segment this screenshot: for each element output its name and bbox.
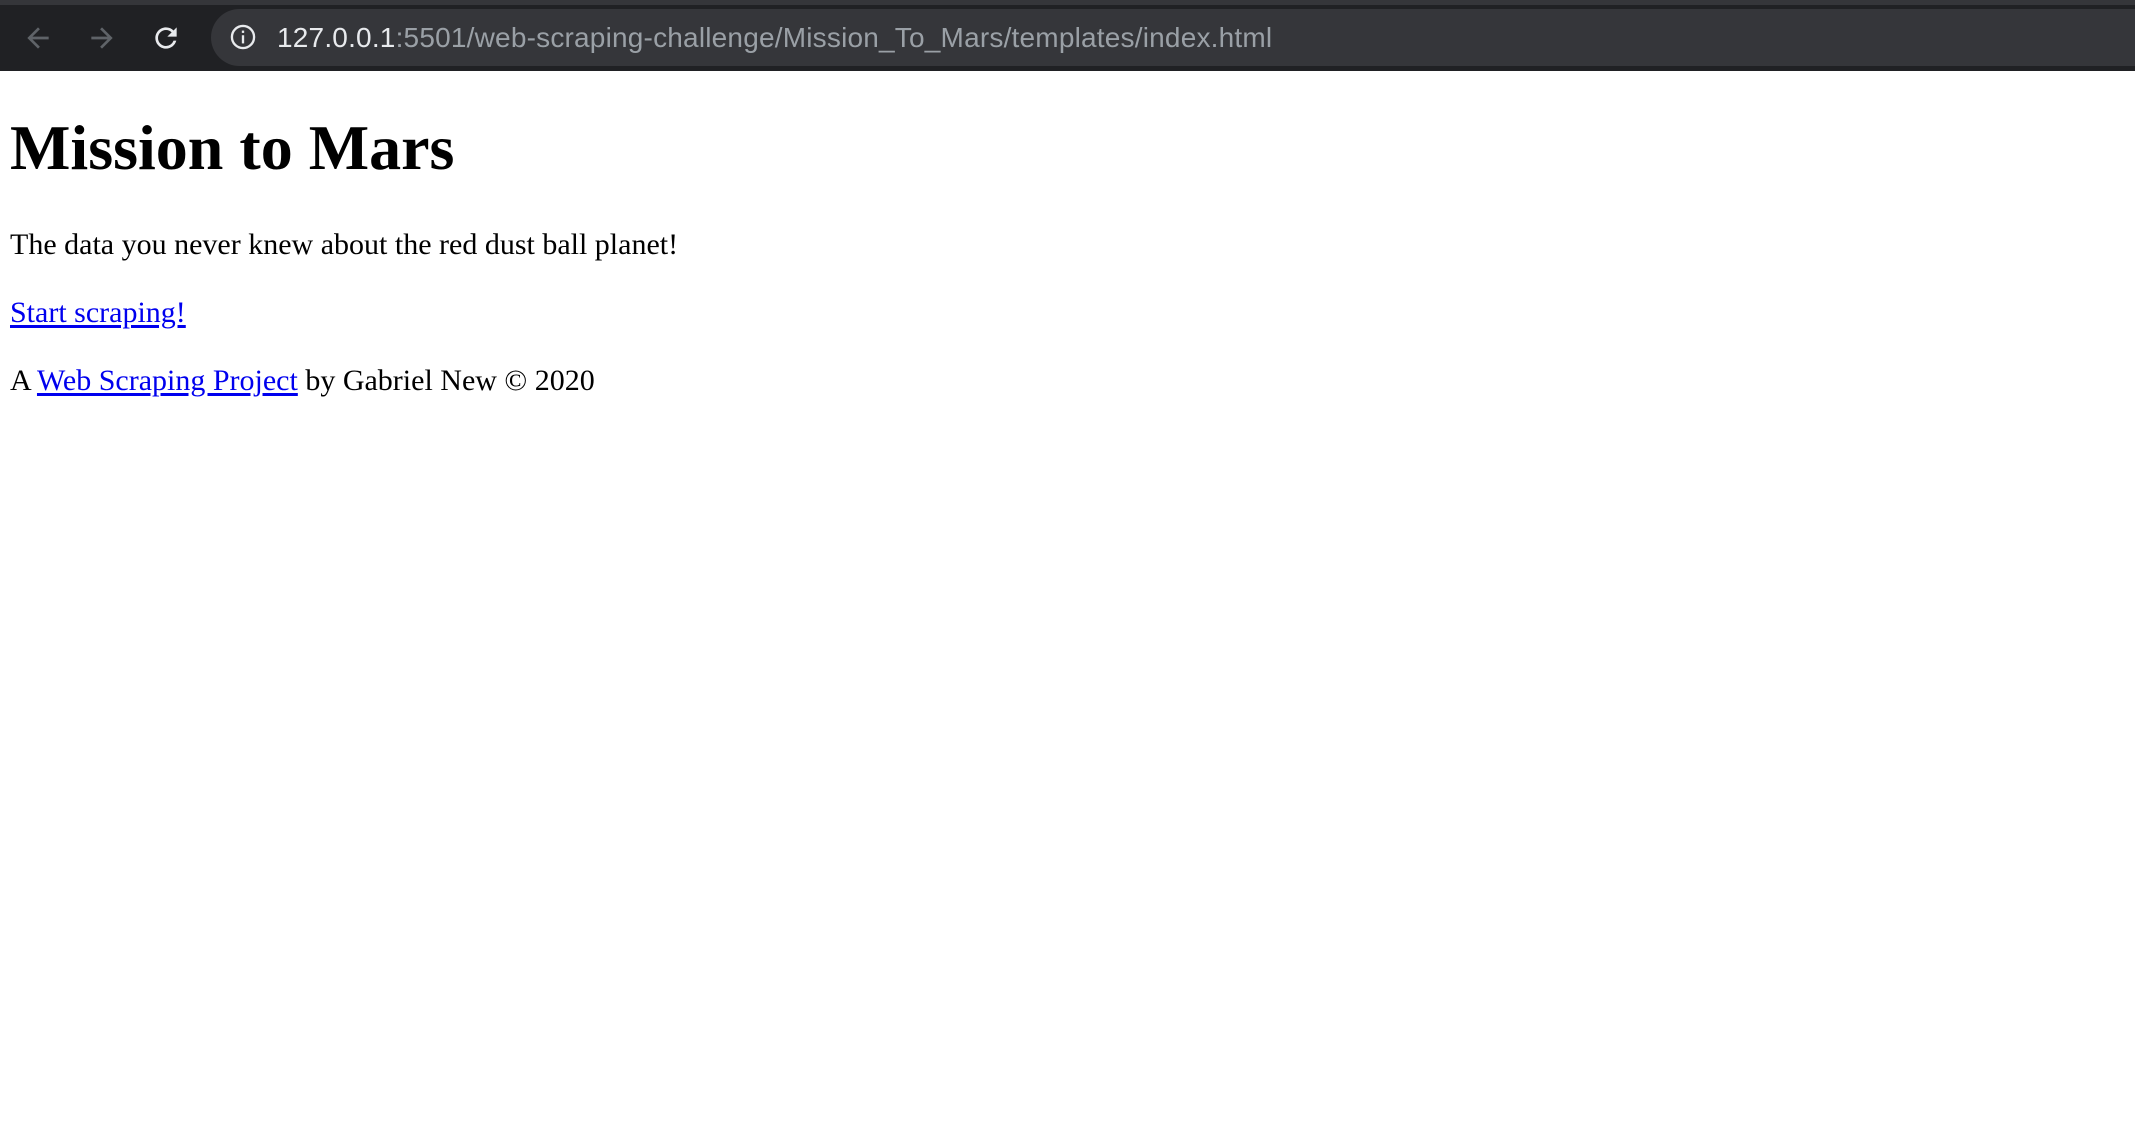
address-bar[interactable]: 127.0.0.1:5501/web-scraping-challenge/Mi… — [211, 9, 2135, 66]
page-title: Mission to Mars — [10, 112, 455, 183]
forward-button[interactable] — [82, 18, 122, 58]
arrow-left-icon — [27, 27, 49, 49]
browser-toolbar: 127.0.0.1:5501/web-scraping-challenge/Mi… — [0, 0, 2135, 71]
footer-suffix: by Gabriel New © 2020 — [297, 364, 595, 397]
reload-button[interactable] — [146, 18, 186, 58]
url-text[interactable]: 127.0.0.1:5501/web-scraping-challenge/Mi… — [277, 21, 1272, 55]
web-scraping-project-link[interactable]: Web Scraping Project — [37, 364, 298, 397]
url-host: 127.0.0.1 — [277, 22, 396, 53]
start-scraping-link[interactable]: Start scraping! — [10, 296, 186, 329]
back-button[interactable] — [18, 18, 58, 58]
url-path: :5501/web-scraping-challenge/Mission_To_… — [395, 22, 1273, 53]
footer-credit: A Web Scraping Project by Gabriel New © … — [10, 363, 595, 399]
info-icon[interactable] — [229, 23, 257, 51]
reload-icon — [155, 27, 177, 49]
arrow-right-icon — [91, 27, 113, 49]
scrape-paragraph: Start scraping! — [10, 295, 186, 331]
tagline: The data you never knew about the red du… — [10, 228, 679, 261]
footer-prefix: A — [10, 364, 37, 397]
